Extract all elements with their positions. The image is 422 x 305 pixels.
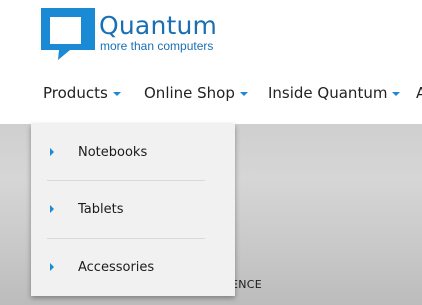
nav-item-products[interactable]: Products [43, 80, 121, 106]
nav-item-online-shop[interactable]: Online Shop [144, 80, 248, 106]
nav-item-inside-quantum[interactable]: Inside Quantum [268, 80, 401, 106]
caret-down-icon [392, 92, 401, 96]
dropdown-item-label: Notebooks [78, 145, 148, 160]
dropdown-item-tablets[interactable]: Tablets [31, 181, 235, 237]
hero-text: ENCE [231, 278, 263, 291]
main-nav: Products Online Shop Inside Quantum A [0, 80, 422, 106]
caret-down-icon [239, 92, 248, 96]
caret-right-icon [50, 205, 54, 213]
caret-right-icon [50, 263, 54, 271]
logo-icon [41, 8, 95, 60]
nav-item-label: Inside Quantum [268, 84, 388, 102]
nav-item-label: A [416, 84, 422, 102]
site-header: Quantum more than computers Products Onl… [0, 0, 422, 124]
dropdown-item-label: Tablets [78, 202, 124, 217]
nav-item-cut-off[interactable]: A [416, 80, 422, 106]
logo-link[interactable]: Quantum more than computers [41, 8, 241, 64]
nav-item-label: Products [43, 84, 108, 102]
brand-name: Quantum [99, 11, 218, 40]
products-dropdown-menu: Notebooks Tablets Accessories [31, 124, 235, 296]
dropdown-item-label: Accessories [78, 260, 155, 275]
dropdown-item-accessories[interactable]: Accessories [31, 239, 235, 295]
caret-right-icon [50, 148, 54, 156]
nav-item-label: Online Shop [144, 84, 235, 102]
brand-tagline: more than computers [100, 39, 214, 53]
dropdown-item-notebooks[interactable]: Notebooks [31, 124, 235, 180]
caret-down-icon [112, 92, 121, 96]
